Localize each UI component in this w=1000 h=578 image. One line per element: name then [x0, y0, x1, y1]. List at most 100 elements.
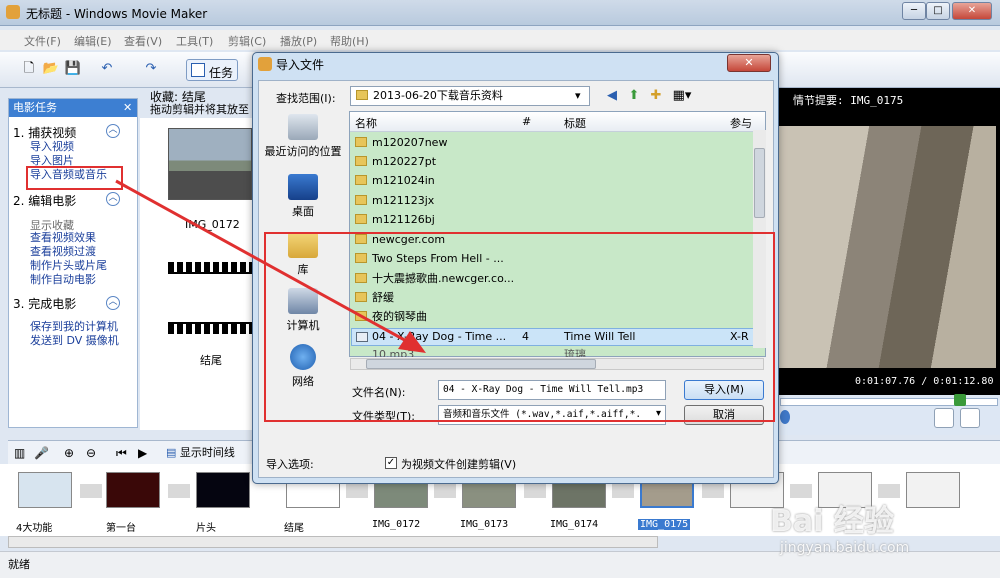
storyboard-clip-label: 片头: [196, 523, 216, 534]
section-edit-title[interactable]: 2. 编辑电影: [13, 192, 76, 209]
watermark-url: jingyan.baidu.com: [780, 540, 910, 556]
preview-time: 0:01:07.76 / 0:01:12.80: [855, 376, 994, 387]
audio-levels-icon[interactable]: ▥: [14, 446, 25, 460]
lookin-value: 2013-06-20下载音乐资料: [373, 89, 503, 102]
storyboard-clip[interactable]: [106, 472, 160, 508]
dialog-close-button[interactable]: ✕: [727, 54, 771, 72]
show-timeline-button[interactable]: ▤ 显示时间线: [166, 444, 246, 462]
back-icon[interactable]: ◀: [602, 86, 622, 106]
storyboard-clip-label: IMG_0172: [372, 519, 421, 530]
dialog-title: 导入文件: [276, 58, 325, 72]
menu-play[interactable]: 播放(P): [280, 33, 317, 49]
close-button[interactable]: ✕: [952, 2, 992, 20]
column-title[interactable]: 标题: [564, 115, 586, 131]
new-folder-icon[interactable]: ✚: [646, 86, 666, 106]
menu-view[interactable]: 查看(V): [124, 33, 162, 49]
tasks-button[interactable]: 任务: [186, 59, 238, 81]
recent-places-icon: [288, 114, 318, 140]
redo-icon[interactable]: ↷: [142, 60, 160, 78]
maximize-button[interactable]: □: [926, 2, 950, 20]
menu-help[interactable]: 帮助(H): [330, 33, 369, 49]
open-project-icon[interactable]: 📂: [42, 60, 60, 78]
import-video-link[interactable]: 导入视频: [30, 140, 74, 153]
split-icon[interactable]: [934, 408, 954, 428]
make-titles-link[interactable]: 制作片头或片尾: [30, 259, 107, 272]
place-label: 最近访问的位置: [264, 145, 342, 158]
highlight-box: [26, 166, 123, 190]
lookin-label: 查找范围(I):: [276, 92, 336, 105]
storyboard-clip-label: 4大功能: [16, 523, 53, 534]
create-clips-label: 为视频文件创建剪辑(V): [401, 458, 517, 471]
place-recent[interactable]: 最近访问的位置: [262, 114, 344, 159]
storyboard-scrollbar[interactable]: [8, 536, 658, 548]
zoom-out-icon[interactable]: ⊖: [86, 446, 96, 460]
close-tasks-icon[interactable]: ✕: [123, 101, 132, 114]
play-icon[interactable]: [780, 410, 790, 424]
storyboard-clip-label: IMG_0173: [460, 519, 509, 530]
transition-slot[interactable]: [434, 484, 456, 498]
storyboard-clip-label-selected: IMG_0175: [638, 519, 691, 530]
menu-clip[interactable]: 剪辑(C): [228, 33, 266, 49]
collapse-icon[interactable]: ︿: [106, 124, 120, 138]
view-transitions-link[interactable]: 查看视频过渡: [30, 245, 96, 258]
create-clips-checkbox[interactable]: ✓: [385, 457, 397, 469]
scroll-thumb[interactable]: [754, 148, 765, 218]
undo-icon[interactable]: ↶: [98, 60, 116, 78]
folder-name: m120207new: [372, 136, 448, 149]
snapshot-icon[interactable]: [960, 408, 980, 428]
section-capture-title[interactable]: 1. 捕获视频: [13, 124, 76, 141]
folder-row[interactable]: m120207new: [355, 134, 745, 152]
rewind-icon[interactable]: ⏮: [116, 446, 127, 461]
storyboard-clip-label: IMG_0174: [550, 519, 599, 530]
column-name[interactable]: 名称: [355, 115, 377, 131]
status-text: 就绪: [8, 558, 30, 571]
menu-file[interactable]: 文件(F): [24, 33, 61, 49]
collection-subtitle: 拖动剪辑并将其放至: [150, 103, 249, 116]
window-title: 无标题 - Windows Movie Maker: [26, 7, 208, 21]
new-project-icon[interactable]: 🗋: [20, 60, 38, 78]
view-menu-icon[interactable]: ▦▾: [670, 86, 694, 106]
transition-slot[interactable]: [80, 484, 102, 498]
storyboard-clip-empty[interactable]: [906, 472, 960, 508]
folder-icon: [355, 156, 367, 166]
column-number[interactable]: #: [522, 115, 531, 128]
folder-row[interactable]: m120227pt: [355, 153, 745, 171]
menu-tools[interactable]: 工具(T): [176, 33, 213, 49]
chevron-down-icon[interactable]: ▾: [575, 87, 581, 105]
column-artist[interactable]: 参与: [730, 115, 752, 131]
tasks-icon: [191, 63, 205, 77]
save-icon[interactable]: 💾: [64, 60, 82, 78]
folder-icon: [356, 90, 368, 100]
preview-title: 情节提要: IMG_0175: [793, 94, 904, 107]
transition-slot[interactable]: [168, 484, 190, 498]
watermark-logo: Bai 经验: [770, 504, 894, 539]
tasks-header: 电影任务: [9, 99, 137, 117]
storyboard-clip[interactable]: [18, 472, 72, 508]
dialog-icon: [258, 57, 272, 71]
transition-slot[interactable]: [702, 484, 724, 498]
storyboard-clip-label: 结尾: [284, 523, 304, 534]
folder-name: m120227pt: [372, 155, 437, 168]
storyboard-clip-label: 第一台: [106, 523, 136, 534]
view-effects-link[interactable]: 查看视频效果: [30, 231, 96, 244]
seek-handle[interactable]: [954, 394, 966, 406]
lookin-dropdown[interactable]: 2013-06-20下载音乐资料 ▾: [350, 86, 590, 106]
tasks-label: 任务: [209, 66, 234, 80]
narrate-icon[interactable]: 🎤: [34, 446, 49, 460]
import-options-label: 导入选项:: [266, 458, 314, 471]
send-to-dv-link[interactable]: 发送到 DV 摄像机: [30, 334, 119, 347]
transition-slot[interactable]: [612, 484, 634, 498]
storyboard-clip[interactable]: [196, 472, 250, 508]
file-list-header: [350, 112, 765, 132]
play-storyboard-icon[interactable]: ▶: [138, 446, 147, 460]
transition-slot[interactable]: [346, 484, 368, 498]
section-finish-title[interactable]: 3. 完成电影: [13, 295, 76, 312]
minimize-button[interactable]: ─: [902, 2, 926, 20]
up-folder-icon[interactable]: ⬆: [624, 86, 644, 106]
zoom-in-icon[interactable]: ⊕: [64, 446, 74, 460]
menu-edit[interactable]: 编辑(E): [74, 33, 112, 49]
transition-slot[interactable]: [524, 484, 546, 498]
app-icon: [6, 5, 20, 19]
automovie-link[interactable]: 制作自动电影: [30, 273, 96, 286]
save-to-computer-link[interactable]: 保存到我的计算机: [30, 320, 118, 333]
